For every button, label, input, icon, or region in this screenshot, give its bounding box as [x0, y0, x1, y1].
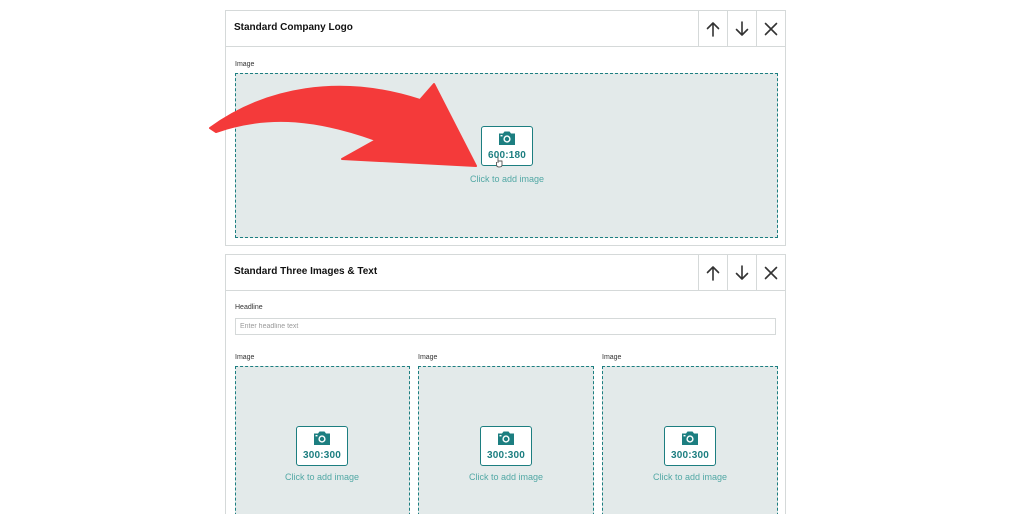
module-title: Standard Company Logo [234, 22, 353, 33]
add-image-text: Click to add image [468, 472, 544, 482]
add-image-text: Click to add image [284, 472, 360, 482]
image-dropzone-1[interactable]: 300:300 Click to add image [235, 366, 410, 514]
image-placeholder-badge: 300:300 [664, 426, 716, 466]
image-ratio: 600:180 [487, 150, 527, 161]
headline-label: Headline [235, 304, 263, 311]
headline-input[interactable] [235, 318, 776, 335]
move-down-button[interactable] [727, 11, 756, 46]
image-label: Image [235, 354, 255, 361]
image-label: Image [418, 354, 438, 361]
image-ratio: 300:300 [302, 450, 342, 461]
module-three-images-text: Standard Three Images & Text Headline En… [225, 254, 786, 514]
add-image-text: Click to add image [469, 174, 545, 184]
image-label: Image [602, 354, 622, 361]
remove-module-button[interactable] [756, 11, 785, 46]
module-header: Standard Three Images & Text [226, 255, 785, 291]
module-actions [698, 11, 785, 46]
module-company-logo: Standard Company Logo Image 600:180 Clic… [225, 10, 786, 246]
module-title: Standard Three Images & Text [234, 266, 378, 277]
logo-image-dropzone[interactable]: 600:180 Click to add image [235, 73, 778, 238]
camera-icon [682, 431, 698, 445]
close-icon [764, 22, 778, 35]
camera-icon [498, 431, 514, 445]
image-dropzone-3[interactable]: 300:300 Click to add image [602, 366, 778, 514]
page: Standard Company Logo Image 600:180 Clic… [0, 0, 1024, 514]
hand-cursor-icon [496, 157, 503, 168]
move-up-button[interactable] [698, 11, 727, 46]
arrow-down-icon [735, 264, 749, 280]
image-dropzone-2[interactable]: 300:300 Click to add image [418, 366, 594, 514]
image-ratio: 300:300 [486, 450, 526, 461]
arrow-up-icon [706, 21, 720, 37]
image-label: Image [235, 61, 255, 68]
camera-icon [499, 131, 515, 145]
image-placeholder-badge: 300:300 [296, 426, 348, 466]
arrow-down-icon [735, 20, 749, 36]
module-header: Standard Company Logo [226, 11, 785, 47]
remove-module-button[interactable] [756, 255, 785, 290]
image-placeholder-badge: 300:300 [480, 426, 532, 466]
camera-icon [314, 431, 330, 445]
close-icon [764, 266, 778, 279]
module-actions [698, 255, 785, 290]
move-down-button[interactable] [727, 255, 756, 290]
arrow-up-icon [706, 265, 720, 281]
image-ratio: 300:300 [670, 450, 710, 461]
add-image-text: Click to add image [652, 472, 728, 482]
move-up-button[interactable] [698, 255, 727, 290]
image-placeholder-badge: 600:180 [481, 126, 533, 166]
